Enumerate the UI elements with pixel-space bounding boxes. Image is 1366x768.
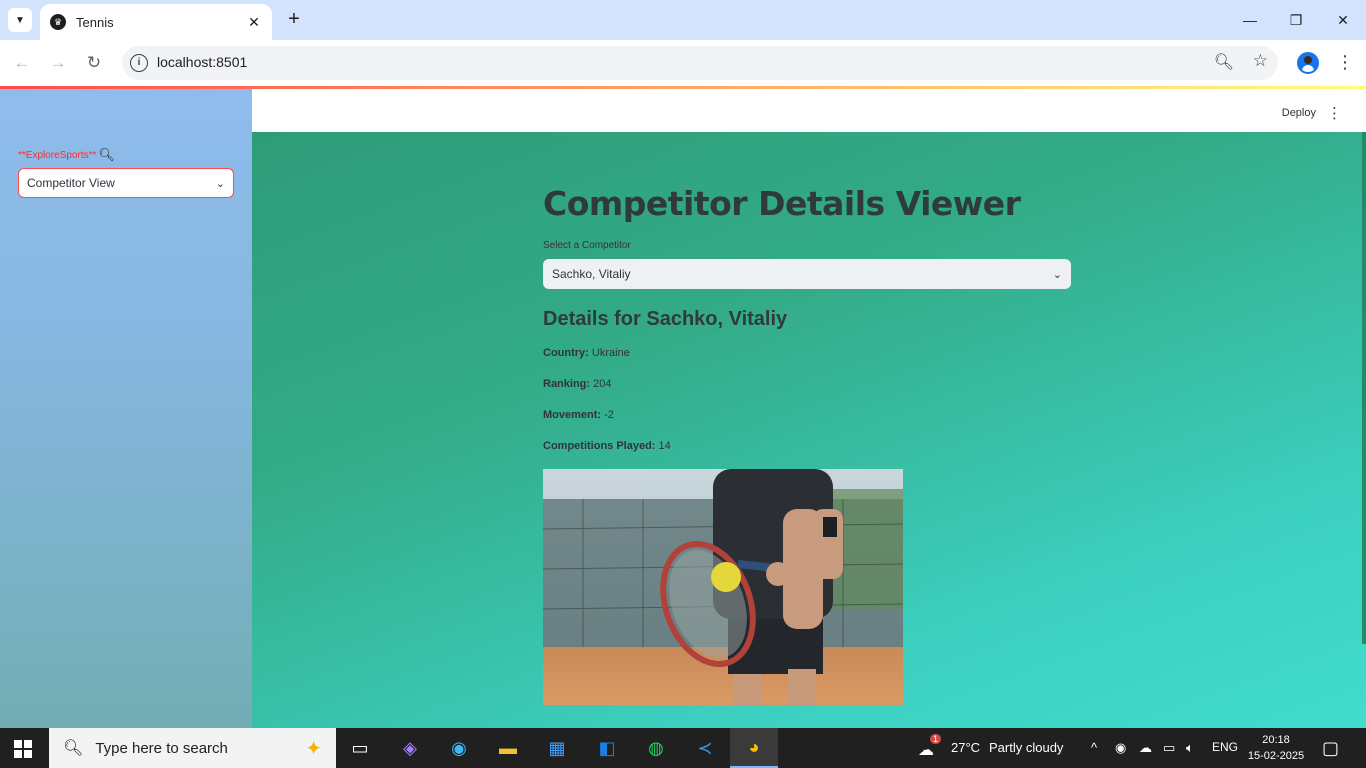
field-value: 204 [593, 378, 612, 390]
deploy-button[interactable]: Deploy [1282, 107, 1316, 119]
app-header: Deploy ⋮ [252, 89, 1366, 132]
scrollbar[interactable] [1362, 132, 1366, 644]
field-label: Competitions Played: [543, 440, 656, 452]
field-label: Country: [543, 347, 589, 359]
tennis-player-image [543, 469, 903, 705]
clock-date: 15-02-2025 [1247, 750, 1305, 762]
site-info-icon[interactable]: i [130, 54, 148, 72]
browser-tab-tennis[interactable]: ♛ Tennis ✕ [40, 4, 272, 40]
streamlit-app: ** ExploreSports ** 🔍︎ Competitor View ⌄… [0, 86, 1366, 728]
chevron-down-icon: ⌄ [215, 177, 225, 190]
streamlit-favicon-icon: ♛ [50, 14, 66, 30]
search-placeholder: Type here to search [95, 739, 228, 757]
clock[interactable]: 20:18 15-02-2025 [1246, 732, 1306, 764]
minimize-icon[interactable]: — [1238, 8, 1262, 32]
new-tab-button[interactable]: + [282, 8, 306, 32]
field-competitions: Competitions Played: 14 [543, 440, 671, 452]
chevron-down-icon: ⌄ [1052, 268, 1062, 281]
weather-temp[interactable]: 27°C [951, 740, 980, 755]
sidebar-select-value: Competitor View [27, 176, 115, 190]
address-bar[interactable]: i localhost:8501 🔍︎ ☆ [122, 46, 1278, 80]
competitor-select-value: Sachko, Vitaliy [552, 267, 631, 281]
network-icon[interactable]: ▭ [1163, 740, 1175, 756]
clock-time: 20:18 [1262, 734, 1290, 746]
task-view-icon[interactable]: ▭ [336, 728, 384, 768]
field-movement: Movement: -2 [543, 409, 614, 421]
copilot-icon[interactable]: ◈ [386, 728, 434, 768]
main-content: Competitor Details Viewer Select a Compe… [252, 132, 1366, 728]
tray-overflow-icon[interactable]: ^ [1091, 740, 1097, 755]
field-value: Ukraine [591, 347, 630, 359]
language-indicator[interactable]: ENG [1212, 740, 1238, 754]
sidebar-select-label: ** ExploreSports ** 🔍︎ [18, 147, 115, 163]
notification-icon[interactable]: ▢ [1322, 738, 1339, 759]
whatsapp-icon[interactable]: ◍ [632, 728, 680, 768]
search-icon: 🔍︎ [63, 740, 84, 757]
field-value: 14 [658, 440, 671, 452]
file-explorer-icon[interactable]: ▬ [484, 728, 532, 768]
window-close-icon[interactable]: ✕ [1331, 8, 1355, 32]
restore-icon[interactable]: ❐ [1284, 8, 1308, 32]
weather-badge: 1 [930, 734, 942, 744]
weather-condition[interactable]: Partly cloudy [989, 740, 1063, 755]
details-heading: Details for Sachko, Vitaliy [543, 308, 788, 330]
field-value: -2 [604, 409, 614, 421]
sidebar-view-select[interactable]: Competitor View ⌄ [18, 168, 234, 198]
windows-start-icon[interactable] [14, 740, 32, 758]
browser-tabbar: ▼ ♛ Tennis ✕ + — ❐ ✕ [0, 0, 1366, 40]
tab-search-button[interactable]: ▼ [8, 8, 32, 32]
label-suffix: ** [88, 149, 97, 161]
label-prefix: ** [18, 149, 26, 161]
volume-icon[interactable]: 🔈︎ [1186, 740, 1194, 756]
taskbar-search[interactable]: 🔍︎ Type here to search ✦ [49, 728, 336, 768]
sidebar: ** ExploreSports ** 🔍︎ Competitor View ⌄ [0, 89, 252, 728]
reload-icon[interactable]: ↻ [82, 51, 106, 75]
bookmark-star-icon[interactable]: ☆ [1253, 51, 1268, 71]
main-menu-icon[interactable]: ⋮ [1327, 104, 1342, 122]
field-ranking: Ranking: 204 [543, 378, 611, 390]
competitor-select-label: Select a Competitor [543, 240, 631, 251]
recording-icon[interactable]: ◉ [1115, 740, 1126, 756]
field-label: Movement: [543, 409, 602, 421]
vscode-icon[interactable]: ≺ [681, 728, 729, 768]
back-icon[interactable]: ← [10, 51, 34, 75]
field-country: Country: Ukraine [543, 347, 630, 359]
magnifier-icon: 🔍︎ [98, 147, 115, 162]
edge-icon[interactable]: ◉ [435, 728, 483, 768]
browser-menu-icon[interactable]: ⋮ [1336, 52, 1354, 73]
zoom-icon[interactable]: 🔍︎ [1214, 52, 1234, 72]
copilot-sparkle-icon[interactable]: ✦ [305, 736, 322, 761]
onedrive-icon[interactable]: ☁ [1139, 740, 1152, 756]
store-icon[interactable]: ▦ [533, 728, 581, 768]
forward-icon[interactable]: → [46, 51, 70, 75]
label-text: ExploreSports [25, 149, 89, 161]
chrome-icon[interactable]: ◕ [730, 728, 778, 768]
page-title: Competitor Details Viewer [543, 184, 1021, 223]
field-label: Ranking: [543, 378, 591, 390]
url-text[interactable]: localhost:8501 [157, 54, 247, 70]
close-tab-icon[interactable]: ✕ [246, 14, 262, 31]
browser-toolbar: ← → ↻ i localhost:8501 🔍︎ ☆ [0, 40, 1366, 86]
competitor-select[interactable]: Sachko, Vitaliy ⌄ [543, 259, 1071, 289]
profile-avatar[interactable] [1297, 52, 1319, 74]
tab-title: Tennis [76, 14, 114, 30]
windows-taskbar: 🔍︎ Type here to search ✦ ▭ ◈ ◉ ▬ ▦ ◧ ◍ ≺… [0, 728, 1366, 768]
outlook-icon[interactable]: ◧ [583, 728, 631, 768]
